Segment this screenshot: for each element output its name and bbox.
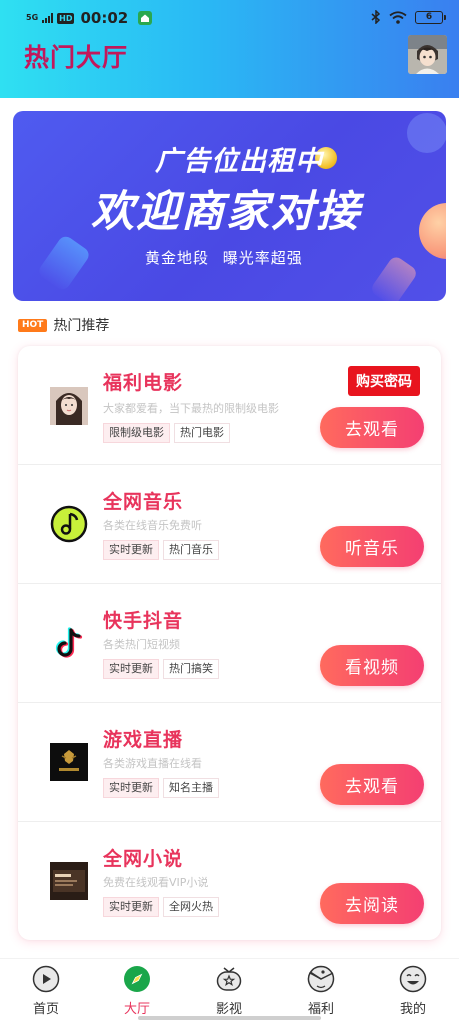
tab-welfare[interactable]: 福利 xyxy=(289,965,353,1021)
decor-stripe xyxy=(369,254,419,301)
banner-subtitle: 黄金地段 曝光率超强 xyxy=(145,249,303,267)
banner-title-line2: 欢迎商家对接 xyxy=(91,187,361,237)
tag: 全网火热 xyxy=(163,897,219,917)
signal-icon xyxy=(42,13,54,23)
banner-title-line1: 广告位出租中 xyxy=(155,146,323,177)
tv-icon xyxy=(216,967,242,991)
ad-banner[interactable]: 广告位出租中 欢迎商家对接 黄金地段 曝光率超强 xyxy=(13,111,446,301)
list-item-novel[interactable]: 全网小说 免费在线观看VIP小说 实时更新 全网火热 去阅读 xyxy=(18,822,441,941)
battery-icon: 6 xyxy=(415,10,446,24)
compass-icon xyxy=(124,966,150,992)
tag: 限制级电影 xyxy=(103,423,170,443)
home-status-icon xyxy=(138,11,153,25)
tag: 实时更新 xyxy=(103,659,159,679)
pacman-icon xyxy=(307,965,335,993)
tab-mine[interactable]: 我的 xyxy=(381,965,445,1021)
item-description: 各类在线音乐免费听 xyxy=(103,519,202,532)
item-tags: 实时更新 全网火热 xyxy=(103,897,219,917)
game-live-thumbnail xyxy=(50,743,88,781)
tag: 热门音乐 xyxy=(163,540,219,560)
hd-icon: HD xyxy=(57,12,75,24)
tag: 热门电影 xyxy=(174,423,230,443)
avatar[interactable] xyxy=(408,35,447,74)
watch-button[interactable]: 去观看 xyxy=(320,407,424,448)
clock: 00:02 xyxy=(80,9,129,27)
tag: 实时更新 xyxy=(103,540,159,560)
list-item-short-video[interactable]: 快手抖音 各类热门短视频 实时更新 热门搞笑 看视频 xyxy=(18,584,441,703)
item-tags: 实时更新 热门搞笑 xyxy=(103,659,219,679)
bluetooth-icon xyxy=(371,10,381,24)
wifi-icon xyxy=(389,10,407,24)
page-title: 热门大厅 xyxy=(24,43,129,72)
item-title: 游戏直播 xyxy=(103,729,184,751)
watch-video-button[interactable]: 看视频 xyxy=(320,645,424,686)
status-bar: 5G HD 00:02 6 xyxy=(0,0,459,36)
music-note-icon xyxy=(50,505,88,543)
item-title: 快手抖音 xyxy=(103,610,184,632)
list-item-music[interactable]: 全网音乐 各类在线音乐免费听 实时更新 热门音乐 听音乐 xyxy=(18,465,441,584)
tag: 实时更新 xyxy=(103,897,159,917)
section-title: 热门推荐 xyxy=(53,318,110,334)
item-description: 各类热门短视频 xyxy=(103,638,180,651)
novel-thumbnail xyxy=(50,862,88,900)
item-tags: 实时更新 热门音乐 xyxy=(103,540,219,560)
listen-music-button[interactable]: 听音乐 xyxy=(320,526,424,567)
tab-label: 大厅 xyxy=(123,1002,150,1017)
buy-password-button[interactable]: 购买密码 xyxy=(348,366,420,396)
tab-label: 首页 xyxy=(32,1002,59,1017)
tab-label: 我的 xyxy=(399,1002,426,1017)
movie-thumbnail xyxy=(50,387,88,425)
tag: 实时更新 xyxy=(103,778,159,798)
watch-live-button[interactable]: 去观看 xyxy=(320,764,424,805)
hot-badge: HOT xyxy=(18,318,48,332)
tag: 热门搞笑 xyxy=(163,659,219,679)
item-title: 全网小说 xyxy=(103,848,184,870)
tag: 知名主播 xyxy=(163,778,219,798)
read-novel-button[interactable]: 去阅读 xyxy=(320,883,424,924)
home-indicator[interactable] xyxy=(138,1016,321,1020)
tab-home[interactable]: 首页 xyxy=(14,965,78,1021)
tab-hall[interactable]: 大厅 xyxy=(105,965,169,1021)
recommend-list: 福利电影 购买密码 大家都爱看，当下最热的限制级电影 限制级电影 热门电影 去观… xyxy=(18,346,441,940)
section-header: HOT 热门推荐 xyxy=(18,315,109,335)
decor-circle xyxy=(407,113,446,153)
item-description: 免费在线观看VIP小说 xyxy=(103,876,209,889)
item-description: 大家都爱看，当下最热的限制级电影 xyxy=(103,402,279,415)
item-title: 福利电影 xyxy=(103,372,184,394)
tab-video[interactable]: 影视 xyxy=(197,965,261,1021)
item-title: 全网音乐 xyxy=(103,491,184,513)
item-tags: 限制级电影 热门电影 xyxy=(103,423,230,443)
item-tags: 实时更新 知名主播 xyxy=(103,778,219,798)
list-item-movie[interactable]: 福利电影 购买密码 大家都爱看，当下最热的限制级电影 限制级电影 热门电影 去观… xyxy=(18,346,441,465)
play-circle-icon xyxy=(32,965,60,993)
list-item-game-live[interactable]: 游戏直播 各类游戏直播在线看 实时更新 知名主播 去观看 xyxy=(18,703,441,822)
smiley-icon xyxy=(399,965,427,993)
header: 5G HD 00:02 6 热门大厅 xyxy=(0,0,459,98)
network-type: 5G xyxy=(26,13,39,22)
tab-label: 影视 xyxy=(215,1002,242,1017)
item-description: 各类游戏直播在线看 xyxy=(103,757,202,770)
decor-orb xyxy=(419,203,446,259)
decor-stripe xyxy=(36,233,92,293)
tiktok-icon xyxy=(50,624,88,662)
bottom-tab-bar: 首页 大厅 影视 福利 我的 xyxy=(0,958,459,1024)
tab-label: 福利 xyxy=(307,1002,334,1017)
